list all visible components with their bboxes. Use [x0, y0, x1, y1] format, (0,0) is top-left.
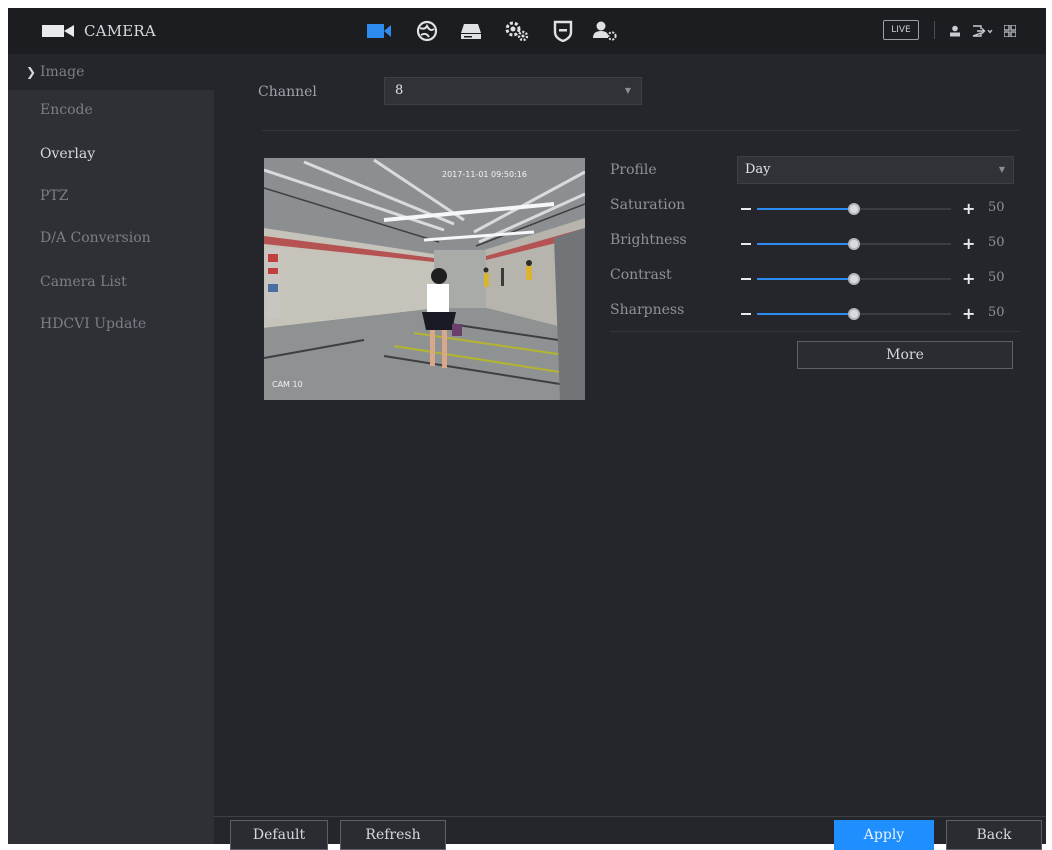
saturation-label: Saturation — [610, 197, 686, 213]
osd-timestamp: 2017-11-01 09:50:16 — [442, 170, 527, 179]
sidebar-item-label: Overlay — [40, 146, 96, 162]
sidebar-item-da-conversion[interactable]: D/A Conversion — [8, 220, 214, 256]
refresh-button[interactable]: Refresh — [340, 820, 446, 850]
minus-icon[interactable] — [741, 208, 751, 210]
sharpness-label: Sharpness — [610, 302, 685, 318]
camera-title-icon — [42, 25, 74, 37]
plus-icon[interactable]: + — [962, 199, 975, 219]
top-separator — [934, 21, 935, 39]
sidebar-item-label: Encode — [40, 102, 93, 118]
minus-icon[interactable] — [741, 243, 751, 245]
slider-track[interactable] — [757, 238, 951, 250]
slider-handle[interactable] — [848, 238, 860, 250]
minus-icon[interactable] — [741, 313, 751, 315]
more-button[interactable]: More — [797, 341, 1013, 369]
app-title: CAMERA — [84, 22, 156, 40]
live-button[interactable]: LIVE — [883, 20, 919, 40]
camera-preview: 2017-11-01 09:50:16 CAM 10 — [264, 158, 585, 400]
preview-image — [264, 158, 585, 400]
plus-icon[interactable]: + — [962, 234, 975, 254]
back-button[interactable]: Back — [946, 820, 1042, 850]
network-globe-icon[interactable] — [412, 17, 442, 45]
divider — [610, 331, 1020, 332]
slider-handle[interactable] — [848, 203, 860, 215]
account-user-icon[interactable] — [590, 17, 620, 45]
system-settings-icon[interactable] — [502, 17, 532, 45]
chevron-right-icon: ❯ — [26, 65, 37, 79]
sidebar-item-encode[interactable]: Encode — [8, 92, 214, 128]
slider-track[interactable] — [757, 203, 951, 215]
channel-value: 8 — [395, 83, 404, 98]
plus-icon[interactable]: + — [962, 269, 975, 289]
profile-select[interactable]: Day ▼ — [737, 156, 1014, 184]
slider-handle[interactable] — [848, 273, 860, 285]
dropdown-arrow-icon: ▼ — [998, 165, 1005, 174]
osd-camera-name: CAM 10 — [272, 380, 303, 389]
brightness-label: Brightness — [610, 232, 687, 248]
slider-track[interactable] — [757, 308, 951, 320]
camera-icon[interactable] — [364, 17, 394, 45]
slider-value: 50 — [988, 200, 1005, 215]
sidebar-item-hdcvi-update[interactable]: HDCVI Update — [8, 306, 214, 342]
plus-icon[interactable]: + — [962, 304, 975, 324]
grid-menu-icon[interactable] — [1004, 21, 1016, 41]
slider-value: 50 — [988, 270, 1005, 285]
slider-handle[interactable] — [848, 308, 860, 320]
saturation-slider[interactable]: + 50 — [741, 199, 1021, 219]
brightness-slider[interactable]: + 50 — [741, 234, 1021, 254]
profile-value: Day — [745, 162, 771, 177]
slider-track[interactable] — [757, 273, 951, 285]
sidebar-item-label: Image — [40, 64, 85, 80]
divider — [262, 130, 1020, 131]
slider-fill — [757, 208, 854, 210]
app-window: CAMERA LIVE ❯ Image Encode Overlay PTZ D… — [8, 8, 1046, 850]
sidebar-item-overlay[interactable]: Overlay — [8, 136, 214, 172]
apply-button[interactable]: Apply — [834, 820, 934, 850]
dropdown-arrow-icon: ▼ — [624, 86, 631, 95]
user-icon[interactable] — [949, 21, 961, 41]
sidebar-item-label: HDCVI Update — [40, 316, 147, 332]
sidebar-item-label: D/A Conversion — [40, 230, 151, 246]
storage-hdd-icon[interactable] — [456, 17, 486, 45]
sharpness-slider[interactable]: + 50 — [741, 304, 1021, 324]
profile-label: Profile — [610, 162, 657, 178]
contrast-slider[interactable]: + 50 — [741, 269, 1021, 289]
slider-fill — [757, 278, 854, 280]
slider-value: 50 — [988, 235, 1005, 250]
logout-icon[interactable] — [972, 21, 994, 41]
minus-icon[interactable] — [741, 278, 751, 280]
channel-select[interactable]: 8 ▼ — [384, 77, 642, 105]
default-button[interactable]: Default — [230, 820, 328, 850]
main-panel: Channel 8 ▼ 2017-11-01 09:50:16 CAM 10 P… — [214, 54, 1046, 844]
slider-fill — [757, 243, 854, 245]
slider-fill — [757, 313, 854, 315]
sidebar-item-image[interactable]: ❯ Image — [8, 54, 214, 90]
slider-value: 50 — [988, 305, 1005, 320]
sidebar-item-label: PTZ — [40, 188, 69, 204]
security-shield-icon[interactable] — [548, 17, 578, 45]
top-bar: CAMERA LIVE — [8, 8, 1046, 54]
channel-label: Channel — [258, 84, 317, 100]
sidebar: ❯ Image Encode Overlay PTZ D/A Conversio… — [8, 54, 214, 844]
sidebar-item-ptz[interactable]: PTZ — [8, 178, 214, 214]
sidebar-item-label: Camera List — [40, 274, 127, 290]
sidebar-item-camera-list[interactable]: Camera List — [8, 264, 214, 300]
footer-divider — [214, 816, 1046, 817]
app-brand: CAMERA — [42, 8, 156, 54]
contrast-label: Contrast — [610, 267, 672, 283]
